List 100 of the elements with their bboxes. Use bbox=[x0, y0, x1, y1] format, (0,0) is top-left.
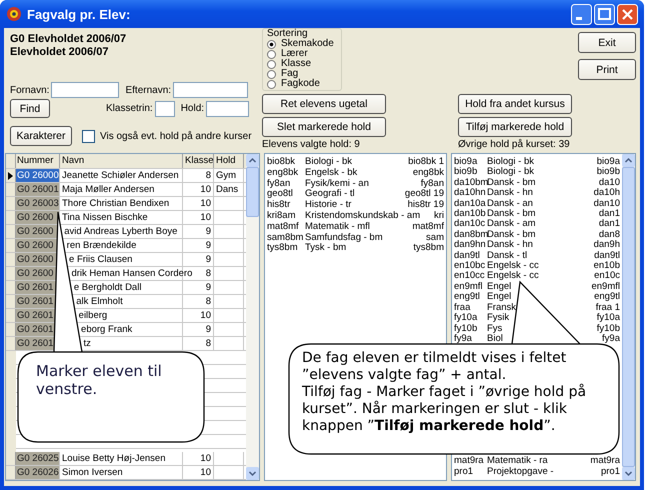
team-info[interactable]: eng9tl bbox=[590, 292, 620, 303]
subject-name[interactable]: Engelsk - bk bbox=[305, 168, 358, 179]
team-code[interactable]: dan10b bbox=[454, 209, 487, 220]
team-code[interactable]: dan9hn bbox=[454, 240, 487, 251]
subject-name[interactable]: Biologi - bk bbox=[487, 157, 534, 168]
team-info[interactable]: fy10a bbox=[592, 313, 620, 324]
last-name-field[interactable] bbox=[173, 82, 248, 98]
team-info[interactable]: fy10b bbox=[592, 324, 620, 334]
team-info[interactable]: eng8bk bbox=[408, 168, 444, 179]
find-button[interactable]: Find bbox=[10, 99, 50, 118]
subject-name[interactable]: Samfundsfag - bm bbox=[305, 232, 383, 244]
subject-name[interactable]: Projektopgave - bbox=[487, 466, 554, 477]
maximize-button[interactable] bbox=[594, 4, 615, 24]
column-header[interactable]: Navn bbox=[60, 154, 183, 168]
team-code[interactable]: kri8am bbox=[267, 210, 305, 222]
minimize-button[interactable] bbox=[571, 4, 592, 24]
team-code[interactable]: dan10c bbox=[454, 219, 487, 230]
scrollbar[interactable] bbox=[246, 154, 259, 480]
team-info[interactable]: fraa 1 bbox=[592, 302, 620, 314]
team-code[interactable]: mat8mf bbox=[267, 222, 305, 233]
team-info[interactable]: dan9h bbox=[590, 240, 620, 251]
team-code[interactable]: dan8bm bbox=[454, 230, 487, 240]
team-code[interactable]: fy9a bbox=[454, 334, 487, 344]
subject-name[interactable]: Biologi - bk bbox=[305, 157, 352, 168]
scroll-up-icon[interactable] bbox=[246, 154, 259, 167]
team-code[interactable]: en10cc bbox=[454, 271, 487, 282]
team-info[interactable]: da10h bbox=[590, 188, 620, 199]
subject-name[interactable]: Fransk bbox=[487, 302, 516, 314]
subject-name[interactable]: Dansk - hn bbox=[487, 188, 533, 199]
other-course-button[interactable]: Hold fra andet kursus bbox=[458, 94, 572, 114]
team-info[interactable]: fy9a bbox=[598, 334, 620, 344]
team-info[interactable]: mat8mf bbox=[408, 222, 444, 233]
subject-name[interactable]: Matematik - mfl bbox=[305, 222, 370, 233]
team-code[interactable]: mat9ra bbox=[454, 456, 487, 467]
team-info[interactable]: kri bbox=[430, 210, 444, 222]
team-info[interactable]: bio9b bbox=[592, 167, 620, 178]
scroll-down-icon[interactable] bbox=[622, 467, 635, 480]
subject-name[interactable]: Dansk - am bbox=[487, 219, 536, 230]
subject-name[interactable]: Historie - tr bbox=[305, 200, 352, 211]
scroll-down-icon[interactable] bbox=[246, 467, 259, 480]
team-info[interactable]: dan10 bbox=[590, 198, 620, 210]
column-header[interactable]: Klasse bbox=[183, 154, 214, 168]
team-code[interactable]: eng9tl bbox=[454, 292, 487, 303]
subject-name[interactable]: Fysik/kemi - an bbox=[305, 178, 369, 190]
row-selector[interactable] bbox=[6, 169, 16, 182]
subject-name[interactable]: Dansk - bm bbox=[487, 230, 536, 240]
team-code[interactable]: bio9a bbox=[454, 157, 487, 168]
team-code[interactable]: fy10a bbox=[454, 313, 487, 324]
team-code[interactable]: his8tr bbox=[267, 200, 305, 211]
grade-field[interactable] bbox=[154, 100, 175, 116]
team-field[interactable] bbox=[206, 100, 250, 116]
team-info[interactable]: his8tr 19 bbox=[404, 200, 444, 211]
team-code[interactable]: fy8an bbox=[267, 178, 305, 190]
edit-hours-button[interactable]: Ret elevens ugetal bbox=[262, 94, 386, 114]
team-code[interactable]: bio8bk bbox=[267, 157, 305, 168]
subject-name[interactable]: Dansk - an bbox=[487, 198, 533, 210]
team-info[interactable]: mat9ra bbox=[586, 456, 620, 467]
radio-button[interactable] bbox=[267, 50, 276, 58]
subject-name[interactable]: Fysik bbox=[487, 313, 510, 324]
delete-selected-button[interactable]: Slet markerede hold bbox=[262, 117, 386, 137]
radio-button[interactable] bbox=[267, 60, 276, 68]
team-info[interactable]: en9mfl bbox=[587, 282, 620, 292]
team-info[interactable]: dan1 bbox=[594, 219, 620, 230]
first-name-field[interactable] bbox=[51, 82, 120, 98]
column-header[interactable]: Nummer bbox=[16, 154, 60, 168]
team-code[interactable]: pro1 bbox=[454, 466, 487, 477]
team-code[interactable]: da10hn bbox=[454, 188, 487, 199]
print-button[interactable]: Print bbox=[578, 59, 636, 80]
team-info[interactable]: da10 bbox=[594, 178, 620, 188]
team-code[interactable]: fy10b bbox=[454, 324, 487, 334]
subject-name[interactable]: Dansk - hn bbox=[487, 240, 533, 251]
team-info[interactable]: dan1 bbox=[594, 209, 620, 220]
team-info[interactable]: tys8bm bbox=[409, 243, 444, 254]
team-code[interactable]: eng8bk bbox=[267, 168, 305, 179]
team-info[interactable]: en10c bbox=[590, 271, 620, 282]
team-info[interactable]: fy8an bbox=[416, 178, 444, 190]
radio-button[interactable] bbox=[267, 80, 276, 88]
team-code[interactable]: sam8bm bbox=[267, 232, 305, 244]
team-code[interactable]: en10bc bbox=[454, 261, 487, 272]
team-code[interactable]: tys8bm bbox=[267, 243, 305, 254]
subject-name[interactable]: Fys bbox=[487, 324, 502, 334]
subject-name[interactable]: Biologi - bk bbox=[487, 167, 534, 178]
subject-name[interactable]: Geografi - tl bbox=[305, 189, 355, 200]
subject-name[interactable]: Engelsk - cc bbox=[487, 261, 539, 272]
close-button[interactable] bbox=[617, 4, 638, 24]
subject-name[interactable]: Dansk - bm bbox=[487, 209, 536, 220]
subject-name[interactable]: Engel bbox=[487, 292, 512, 303]
team-code[interactable]: bio9b bbox=[454, 167, 487, 178]
subject-name[interactable]: Kristendomskundskab - am bbox=[305, 210, 420, 222]
radio-button[interactable] bbox=[267, 70, 276, 78]
team-info[interactable]: geo8tl 19 bbox=[400, 189, 444, 200]
scroll-thumb[interactable] bbox=[246, 167, 259, 217]
radio-button[interactable] bbox=[267, 40, 276, 48]
subject-name[interactable]: Engel bbox=[487, 282, 512, 292]
team-code[interactable]: dan10a bbox=[454, 198, 487, 210]
team-info[interactable]: pro1 bbox=[596, 466, 620, 477]
subject-name[interactable]: Engelsk - cc bbox=[487, 271, 539, 282]
subject-name[interactable]: Matematik - ra bbox=[487, 456, 548, 467]
subject-name[interactable]: Dansk - tl bbox=[487, 250, 528, 262]
team-code[interactable]: dan9tl bbox=[454, 250, 487, 262]
